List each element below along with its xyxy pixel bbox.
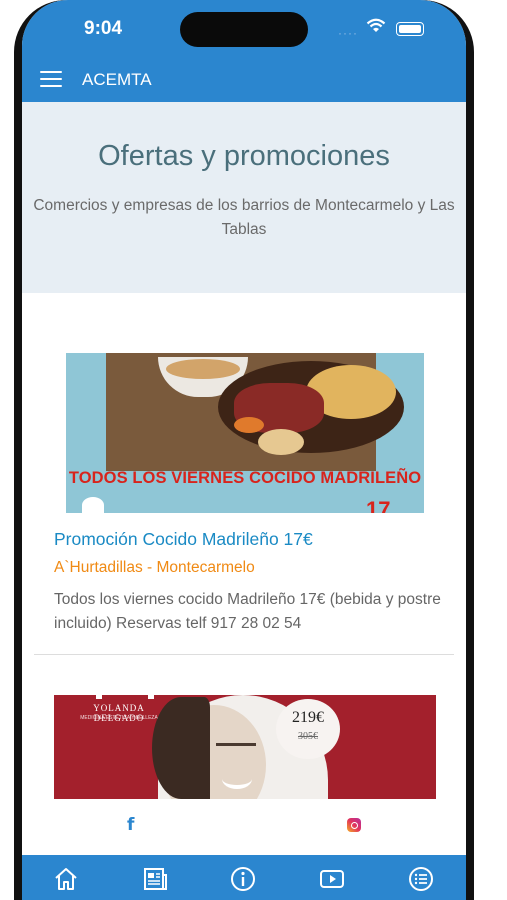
list-icon	[409, 867, 433, 891]
food-photo	[106, 353, 404, 471]
tab-news[interactable]	[141, 865, 171, 893]
offer-image-estetica[interactable]: YOLANDA DELGADO MEDICINA ESTÉTICA Y BELL…	[54, 695, 436, 799]
status-bar: 9:04 ····	[22, 0, 466, 58]
news-icon	[144, 868, 167, 890]
offer-image-cocido[interactable]: TODOS LOS VIERNES COCIDO MADRILEÑO 17	[66, 353, 424, 513]
tab-info[interactable]	[229, 865, 259, 893]
info-icon	[231, 867, 255, 891]
price-new: 219€	[292, 709, 324, 726]
offer-image-banner-text: TODOS LOS VIERNES COCIDO MADRILEÑO	[68, 469, 422, 487]
page-header: Ofertas y promociones Comercios y empres…	[22, 102, 466, 293]
page-title: Ofertas y promociones	[98, 140, 390, 172]
offer-image-price: 17	[366, 497, 391, 513]
facebook-icon[interactable]: f	[127, 815, 134, 835]
tab-list[interactable]	[407, 865, 437, 893]
tab-home[interactable]	[52, 865, 82, 893]
app-bar: ACEMTA	[22, 58, 466, 102]
price-old: 305€	[298, 731, 318, 742]
dynamic-island	[180, 12, 308, 47]
phone-screen: 9:04 ···· ACEMTA Ofertas y promociones C…	[22, 0, 466, 900]
offer-business[interactable]: A`Hurtadillas - Montecarmelo	[54, 559, 255, 577]
wifi-icon	[366, 18, 386, 32]
offer-description: Todos los viernes cocido Madrileño 17€ (…	[54, 591, 441, 632]
chef-icon	[82, 497, 104, 513]
battery-icon	[396, 22, 424, 36]
brand-tagline: MEDICINA ESTÉTICA Y BELLEZA	[80, 715, 158, 721]
page-subtitle: Comercios y empresas de los barrios de M…	[33, 197, 455, 238]
video-icon	[320, 870, 344, 888]
app-title: ACEMTA	[82, 70, 152, 89]
status-time: 9:04	[84, 18, 123, 39]
instagram-icon[interactable]	[347, 818, 361, 832]
home-icon	[55, 868, 77, 890]
tab-bar	[22, 855, 466, 900]
offer-title[interactable]: Promoción Cocido Madrileño 17€	[54, 529, 313, 550]
menu-icon[interactable]	[40, 71, 62, 89]
divider	[34, 654, 454, 655]
price-badge: 219€ 305€	[276, 699, 340, 759]
signal-icon: ····	[338, 26, 358, 40]
brand-logo-icon	[96, 695, 154, 699]
tab-video[interactable]	[318, 865, 348, 893]
